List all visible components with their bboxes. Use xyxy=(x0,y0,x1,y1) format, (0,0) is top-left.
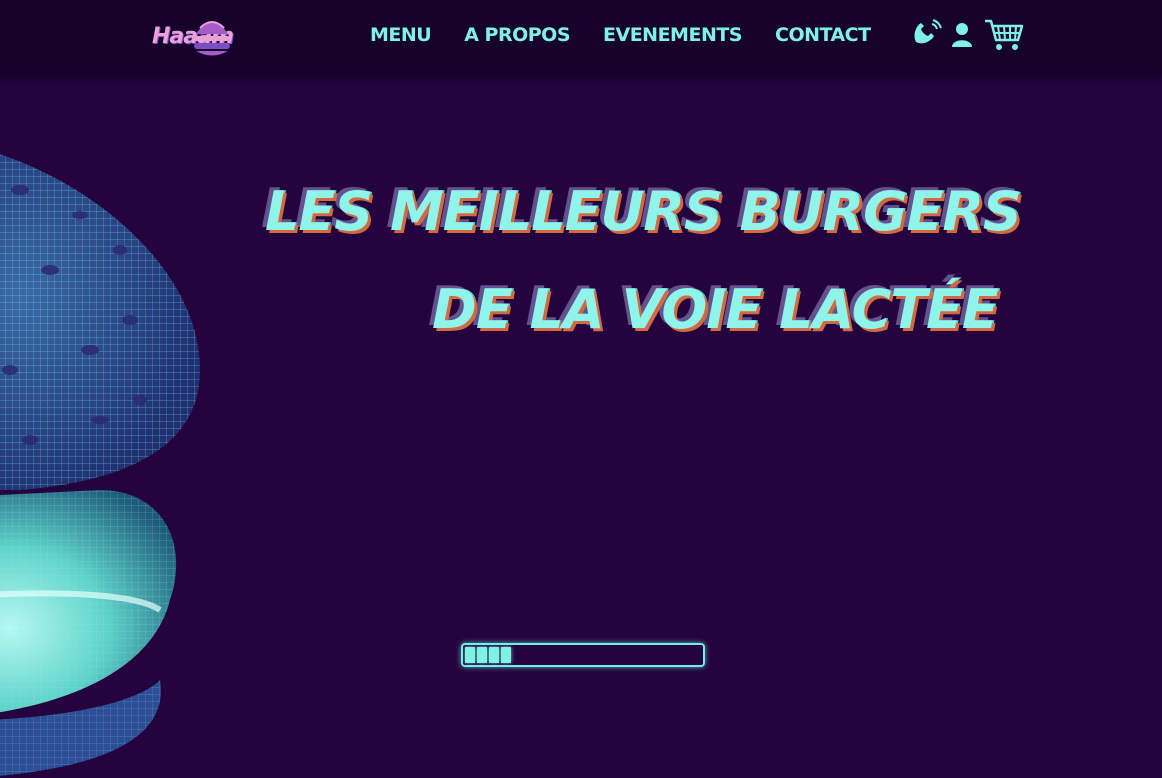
nav-a-propos[interactable]: A PROPOS xyxy=(464,24,570,46)
logo-burger-icon xyxy=(194,21,230,56)
nav-icons xyxy=(908,16,1024,56)
nav-contact[interactable]: CONTACT xyxy=(775,24,871,46)
cart-icon[interactable] xyxy=(984,18,1024,52)
loading-bar xyxy=(461,643,705,667)
hero-title-line-2: DE LA VOIE LACTÉE xyxy=(432,278,999,341)
loading-bar-segment xyxy=(489,647,499,663)
loading-bar-segment xyxy=(465,647,475,663)
main-nav: MENU A PROPOS EVENEMENTS CONTACT xyxy=(370,24,904,46)
phone-icon[interactable] xyxy=(910,16,944,50)
loading-bar-fill xyxy=(465,647,511,663)
page: Haaam MENU A PROPOS EVENEMENTS CONTACT L… xyxy=(0,0,1162,778)
logo[interactable]: Haaam xyxy=(152,10,234,60)
hero-title-line-1: LES MEILLEURS BURGERS xyxy=(265,180,1022,243)
hologram-burger-image xyxy=(0,154,200,776)
loading-bar-segment xyxy=(501,647,511,663)
nav-evenements[interactable]: EVENEMENTS xyxy=(603,24,742,46)
loading-bar-segment xyxy=(477,647,487,663)
navbar: Haaam MENU A PROPOS EVENEMENTS CONTACT xyxy=(0,0,1162,76)
nav-menu[interactable]: MENU xyxy=(370,24,432,46)
user-icon[interactable] xyxy=(950,22,974,48)
